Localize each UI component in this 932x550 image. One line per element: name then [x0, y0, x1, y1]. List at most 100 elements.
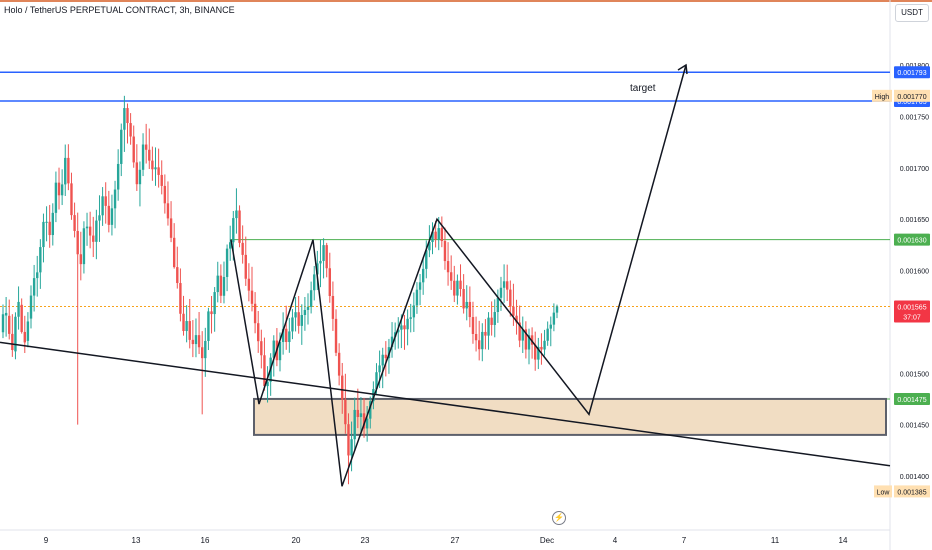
candle-body [1, 314, 5, 333]
candle-body [359, 413, 363, 418]
candle [144, 123, 148, 164]
candle [123, 95, 126, 152]
candle [172, 223, 176, 269]
candle-body [496, 297, 500, 313]
candle-body [440, 228, 444, 242]
candle-body [543, 340, 546, 350]
candle [266, 366, 269, 403]
x-tick-label: 4 [613, 536, 618, 545]
candle-body [98, 215, 101, 221]
y-tick-label: 0.001500 [900, 371, 929, 378]
high-value-text: 0.001770 [897, 94, 926, 101]
candle [207, 307, 210, 351]
candle [216, 261, 219, 303]
candle [141, 133, 145, 177]
candle-body [453, 280, 456, 296]
candle-body [487, 317, 490, 336]
candle-body [82, 228, 86, 265]
candle [179, 268, 182, 322]
candle [17, 286, 20, 330]
candle [465, 285, 468, 321]
candle [499, 276, 503, 311]
candle [481, 323, 484, 362]
lightning-icon[interactable]: ⚡ [552, 511, 566, 525]
candle [253, 292, 257, 334]
candle-body [222, 276, 226, 296]
current-price-badge: 0.001565 37:07 [894, 300, 930, 323]
x-tick-label: 9 [44, 536, 49, 545]
candle-body [163, 185, 167, 204]
candle-body [179, 283, 182, 314]
candle-body [434, 231, 437, 240]
x-tick-label: 20 [292, 536, 301, 545]
candle-body [104, 196, 107, 206]
candle-body [29, 295, 33, 319]
blue-line-badge-1-text: 0.001793 [897, 70, 926, 77]
candle [337, 343, 341, 386]
candle [406, 309, 409, 346]
candle-body [154, 167, 157, 170]
candle-body [213, 292, 216, 315]
candle [471, 301, 475, 344]
candle-body [512, 306, 515, 316]
candle [57, 167, 61, 210]
candle [415, 282, 419, 314]
candle-body [484, 331, 487, 336]
candle [257, 310, 260, 353]
candle [247, 263, 251, 302]
candle [210, 295, 213, 334]
candle [521, 316, 524, 354]
candle-body [113, 189, 117, 209]
candle [151, 146, 154, 181]
blue-line-badge-1: 0.001793 [894, 66, 930, 79]
candle-body [449, 272, 453, 281]
candle-body [319, 260, 322, 264]
candle-body [350, 439, 353, 456]
candle-body [172, 237, 176, 268]
candle [309, 281, 313, 314]
candle [515, 299, 518, 335]
candle-body [123, 108, 126, 130]
chart-canvas[interactable]: target 0.0018000.0017500.0017000.0016500… [0, 0, 932, 550]
candle-body [347, 424, 350, 456]
candle [138, 161, 142, 207]
candle-body [493, 312, 496, 325]
candle [79, 231, 83, 281]
candle-body [95, 220, 98, 242]
candle-body [288, 331, 291, 343]
green-line-badge-2-text: 0.001475 [897, 397, 926, 404]
candle [51, 203, 54, 246]
candle [462, 274, 465, 314]
high-tag-text: High [875, 94, 890, 101]
candle [48, 204, 51, 248]
high-marker: High 0.001770 [872, 89, 930, 102]
candle-body [64, 157, 67, 185]
x-tick-label: 7 [682, 536, 687, 545]
green-line-badge-2: 0.001475 [894, 392, 930, 405]
candle [431, 222, 434, 255]
candle-body [406, 318, 409, 330]
candle-body [356, 409, 360, 418]
candle-body [555, 306, 559, 313]
candle-body [490, 317, 493, 325]
candle [527, 328, 531, 365]
candle-body [4, 312, 8, 316]
candle [328, 252, 331, 303]
candle-body [85, 226, 89, 229]
candle-body [11, 333, 14, 351]
candle-body [400, 325, 403, 330]
chart-app: { "header": { "title": "Holo / TetherUS … [0, 0, 932, 550]
candle-body [169, 218, 173, 238]
candle [319, 239, 322, 288]
candle-body [166, 203, 170, 219]
candle [524, 321, 528, 359]
candle-body [297, 312, 300, 326]
candle-body [188, 321, 191, 340]
candle [555, 304, 559, 319]
candle-body [437, 228, 440, 240]
candle-body [331, 295, 335, 319]
candle [443, 227, 447, 270]
candle [76, 212, 79, 425]
candle-body [471, 317, 475, 334]
candle [36, 255, 39, 297]
